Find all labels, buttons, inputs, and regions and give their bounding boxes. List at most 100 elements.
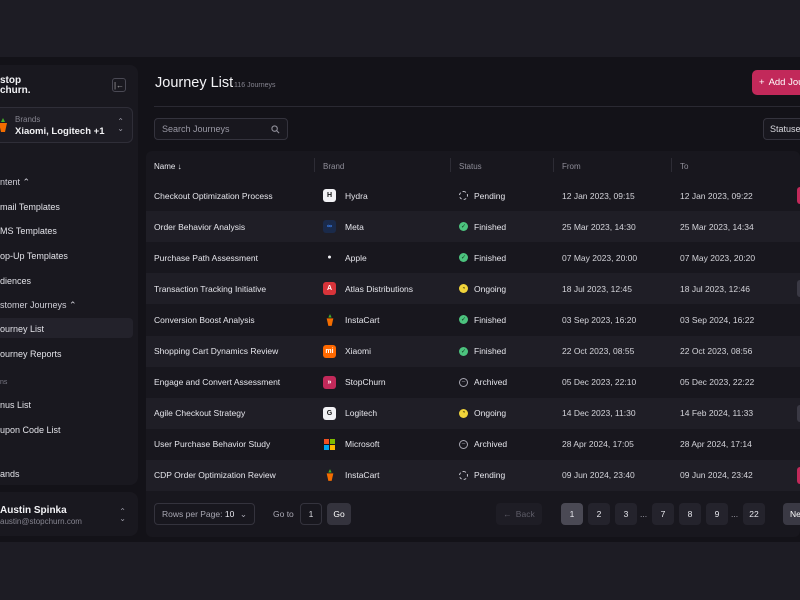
from-date: 22 Oct 2023, 08:55 [562, 346, 635, 356]
sidebar-item-coupon-code-list[interactable]: upon Code List [0, 425, 61, 435]
stopchurn-icon: » [323, 375, 336, 389]
sidebar-item-journey-list[interactable]: ourney List [0, 324, 44, 334]
status-badge: Finished [474, 346, 507, 356]
status-archived-icon: – [459, 377, 468, 387]
chevron-down-icon: ⌄ [239, 508, 247, 519]
brand-cell: H Hydra [323, 180, 368, 211]
nav-group-content[interactable]: ntent ⌃ [0, 177, 30, 188]
brand-name: Atlas Distributions [345, 283, 414, 294]
table-row[interactable]: Conversion Boost Analysis InstaCart ✓ Finis… [146, 304, 800, 335]
next-button[interactable]: Ne [783, 503, 800, 525]
page-button-22[interactable]: 22 [743, 503, 765, 525]
statuses-filter[interactable]: Statuses [763, 118, 800, 140]
table-row[interactable]: Agile Checkout Strategy G Logitech ◔ Ongoing… [146, 397, 800, 429]
xiaomi-icon: mi [323, 344, 336, 358]
table-row[interactable]: Order Behavior Analysis ∞ Meta ✓ Finished 25 … [146, 211, 800, 243]
column-header-from[interactable]: From [562, 162, 581, 171]
to-date: 07 May 2023, 20:20 [680, 252, 756, 263]
page-button-7[interactable]: 7 [652, 503, 674, 525]
from-date: 03 Sep 2023, 16:20 [562, 314, 637, 325]
page-button-8[interactable]: 8 [679, 503, 701, 525]
table-row[interactable]: Engage and Convert Assessment » StopChurn –… [146, 367, 800, 398]
table-row[interactable]: Purchase Path Assessment ● Apple ✓ Finished 0… [146, 242, 800, 273]
from-date: 14 Dec 2023, 11:30 [562, 408, 636, 419]
nav-section-label: ns [0, 379, 8, 386]
to-date: 14 Feb 2024, 11:33 [680, 408, 754, 419]
back-button[interactable]: ← Back [496, 503, 542, 525]
brands-caption: Brands [15, 115, 41, 124]
brand-name: StopChurn [345, 377, 386, 388]
page-title: Journey List [155, 75, 234, 91]
from-date: 25 Mar 2023, 14:30 [562, 221, 636, 232]
column-separator [553, 158, 554, 172]
page-button-9[interactable]: 9 [706, 503, 728, 525]
atlas-icon: A [323, 282, 336, 296]
rows-per-page-select[interactable]: Rows per Page: 10 ⌄ [154, 503, 255, 525]
sidebar-item-sms-templates[interactable]: MS Templates [0, 226, 57, 236]
table-row[interactable]: User Purchase Behavior Study Microsoft – Ar… [146, 429, 800, 460]
journey-name[interactable]: Order Behavior Analysis [154, 211, 245, 242]
status-badge: Pending [474, 190, 506, 201]
status-finished-icon: ✓ [459, 346, 468, 356]
from-date: 07 May 2023, 20:00 [562, 252, 638, 263]
column-header-status[interactable]: Status [459, 162, 482, 171]
table-row[interactable]: Shopping Cart Dynamics Review mi Xiaomi ✓ Fi… [146, 335, 800, 367]
brand-name: Microsoft [345, 439, 380, 450]
brand-cell: mi Xiaomi [323, 336, 371, 367]
add-journey-button[interactable]: + Add Jou [752, 70, 800, 95]
search-input[interactable] [162, 124, 262, 134]
status-finished-icon: ✓ [459, 315, 468, 325]
column-header-to[interactable]: To [680, 162, 688, 171]
to-date: 28 Apr 2024, 17:14 [680, 439, 752, 450]
apple-icon: ● [327, 254, 332, 262]
brand-cell: InstaCart [323, 460, 380, 491]
status-cell: – Archived [459, 367, 507, 398]
to-date: 09 Jun 2024, 23:42 [680, 470, 753, 481]
to-date: 18 Jul 2023, 12:46 [680, 283, 750, 294]
search-icon [271, 124, 280, 133]
collapse-sidebar-icon[interactable]: |← [112, 78, 126, 92]
page-button-3[interactable]: 3 [615, 503, 637, 525]
journey-name[interactable]: Engage and Convert Assessment [154, 367, 280, 398]
sidebar-item-brands[interactable]: ands [0, 469, 20, 479]
from-date: 09 Jun 2024, 23:40 [562, 470, 635, 481]
brand-cell: » StopChurn [323, 367, 386, 398]
status-badge: Archived [474, 377, 508, 388]
journey-count: 116 Journeys [234, 82, 276, 89]
brand-cell: A Atlas Distributions [323, 273, 413, 304]
goto-page-input[interactable]: 1 [300, 503, 322, 525]
journey-name[interactable]: Conversion Boost Analysis [154, 304, 255, 335]
journey-name[interactable]: Shopping Cart Dynamics Review [154, 336, 278, 367]
stopchurn-logo[interactable]: stop churn. [0, 76, 31, 96]
journey-name[interactable]: Transaction Tracking Initiative [154, 273, 266, 304]
status-badge: Archived [474, 439, 508, 450]
table-row[interactable]: CDP Order Optimization Review InstaCart Pe… [146, 459, 800, 491]
page-button-2[interactable]: 2 [588, 503, 610, 525]
sidebar-item-journey-reports[interactable]: ourney Reports [0, 349, 62, 359]
sidebar-item-bonus-list[interactable]: nus List [0, 400, 31, 410]
brand-name: InstaCart [345, 314, 380, 325]
sidebar-item-popup-templates[interactable]: op-Up Templates [0, 251, 68, 261]
journey-name[interactable]: CDP Order Optimization Review [154, 460, 276, 491]
journey-name[interactable]: Checkout Optimization Process [154, 180, 273, 211]
brand-selector[interactable]: Brands Xiaomi, Logitech +1 ⌃ ⌄ [0, 107, 133, 143]
sidebar-item-audiences[interactable]: diences [0, 276, 31, 286]
status-pending-icon [459, 470, 468, 480]
table-row[interactable]: Checkout Optimization Process H Hydra Pendi… [146, 180, 800, 211]
journey-name[interactable]: Purchase Path Assessment [154, 242, 258, 273]
sort-down-icon: ↓ [177, 162, 182, 171]
page-button-1[interactable]: 1 [561, 503, 583, 525]
journey-name[interactable]: User Purchase Behavior Study [154, 429, 270, 460]
chevron-updown-icon: ⌃ ⌄ [119, 507, 126, 523]
column-header-name[interactable]: Name ↓ [154, 162, 182, 171]
brand-name: Logitech [345, 408, 378, 419]
brand-cell: G Logitech [323, 398, 377, 429]
table-row[interactable]: Transaction Tracking Initiative A Atlas Di… [146, 273, 800, 305]
sidebar-item-email-templates[interactable]: mail Templates [0, 202, 60, 212]
journey-name[interactable]: Agile Checkout Strategy [154, 398, 245, 429]
brand-name: Hydra [345, 190, 368, 201]
column-header-brand[interactable]: Brand [323, 162, 344, 171]
nav-group-customer-journeys[interactable]: stomer Journeys ⌃ [0, 300, 77, 311]
go-button[interactable]: Go [327, 503, 351, 525]
hydra-icon: H [323, 189, 336, 202]
